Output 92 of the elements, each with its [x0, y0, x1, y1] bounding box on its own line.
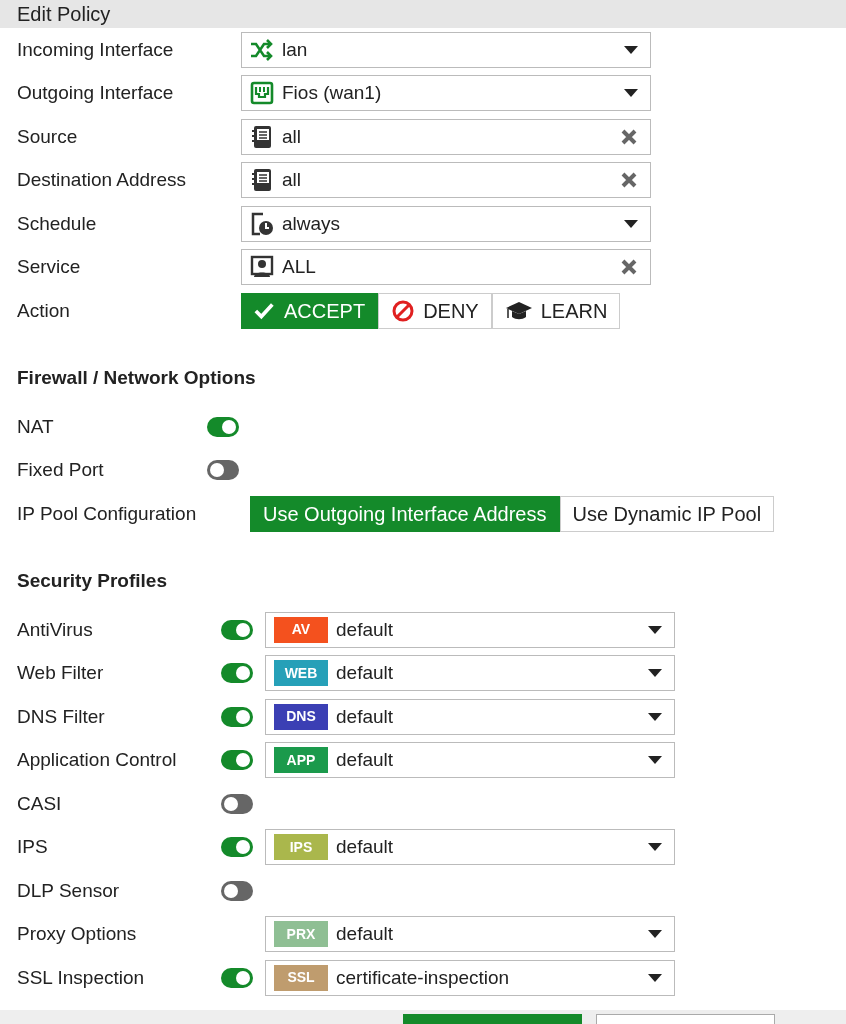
field-label: Action	[17, 298, 71, 323]
remove-icon	[620, 127, 638, 146]
select-field[interactable]: AV default	[265, 611, 675, 648]
select-field[interactable]: SSL certificate-inspection	[265, 959, 675, 996]
field-label: Source	[17, 124, 79, 149]
dropdown-caret-icon	[624, 45, 638, 54]
select-field[interactable]: always	[241, 205, 651, 242]
select-field[interactable]: IPS default	[265, 829, 675, 866]
select-field[interactable]: APP default	[265, 742, 675, 779]
profile-tag: AV	[274, 616, 328, 643]
dropdown-caret-icon	[648, 625, 662, 634]
field-label: Destination Address	[17, 168, 187, 192]
field-label: DLP Sensor	[17, 878, 121, 903]
page-title: Edit Policy	[0, 0, 846, 28]
dropdown-caret-icon	[624, 219, 638, 228]
toggle-switch[interactable]	[207, 416, 239, 437]
field-label: IPS	[17, 835, 49, 859]
profile-tag: IPS	[274, 834, 328, 861]
field-value: all	[282, 124, 302, 149]
dropdown-caret-icon	[648, 669, 662, 678]
field-label: Application Control	[17, 748, 178, 772]
footer-button[interactable]	[596, 1014, 775, 1024]
dropdown-caret-icon	[648, 756, 662, 765]
field-value: lan	[282, 37, 309, 62]
field-label: AntiVirus	[17, 617, 94, 642]
multi-select-field[interactable]: all	[241, 162, 651, 199]
ip-pool-option[interactable]: Use Outgoing Interface Address	[250, 495, 560, 532]
profile-tag: SSL	[274, 964, 328, 991]
field-value: default	[336, 661, 395, 685]
field-value: default	[336, 835, 395, 859]
shuffle-icon	[250, 37, 274, 62]
dropdown-caret-icon	[648, 843, 662, 852]
dropdown-caret-icon	[624, 89, 638, 98]
field-value: default	[336, 922, 395, 946]
toggle-switch[interactable]	[207, 460, 239, 481]
remove-icon	[620, 258, 638, 277]
profile-tag: APP	[274, 747, 328, 774]
field-value: Fios (wan1)	[282, 81, 383, 105]
dropdown-caret-icon	[648, 930, 662, 939]
address-book-icon	[250, 168, 274, 193]
action-option[interactable]: ACCEPT	[241, 292, 379, 329]
prohibited-icon	[391, 298, 416, 323]
field-label: DNS Filter	[17, 704, 106, 729]
field-value: default	[336, 748, 395, 772]
select-field[interactable]: Fios (wan1)	[241, 75, 651, 112]
select-field[interactable]: lan	[241, 31, 651, 68]
toggle-switch[interactable]	[221, 880, 253, 901]
toggle-switch[interactable]	[221, 793, 253, 814]
select-field[interactable]: PRX default	[265, 916, 675, 953]
field-label: CASI	[17, 791, 63, 816]
graduation-cap-icon	[504, 299, 533, 322]
ip-pool-option[interactable]: Use Dynamic IP Pool	[559, 495, 775, 532]
field-label: Incoming Interface	[17, 37, 175, 62]
section-title: Security Profiles	[16, 569, 168, 593]
toggle-switch[interactable]	[221, 619, 253, 640]
profile-tag: PRX	[274, 921, 328, 948]
field-label: Schedule	[17, 211, 98, 236]
field-label: Service	[17, 255, 82, 279]
field-label: Fixed Port	[17, 458, 105, 482]
field-value: certificate-inspection	[336, 965, 511, 990]
dropdown-caret-icon	[648, 973, 662, 982]
toggle-switch[interactable]	[221, 750, 253, 771]
field-label: NAT	[17, 414, 55, 439]
toggle-switch[interactable]	[221, 663, 253, 684]
field-value: default	[336, 617, 395, 642]
field-value: all	[282, 168, 302, 192]
multi-select-field[interactable]: ALL	[241, 249, 651, 286]
dropdown-caret-icon	[648, 712, 662, 721]
profile-tag: WEB	[274, 660, 328, 687]
field-value: default	[336, 704, 395, 729]
action-option[interactable]: DENY	[378, 292, 492, 329]
action-option[interactable]: LEARN	[491, 292, 621, 329]
field-label: SSL Inspection	[17, 965, 146, 990]
multi-select-field[interactable]: all	[241, 118, 651, 155]
user-monitor-icon	[250, 255, 274, 280]
toggle-switch[interactable]	[221, 706, 253, 727]
toggle-switch[interactable]	[221, 967, 253, 988]
section-title: Firewall / Network Options	[16, 366, 257, 390]
profile-tag: DNS	[274, 703, 328, 730]
select-field[interactable]: DNS default	[265, 698, 675, 735]
select-field[interactable]: WEB default	[265, 655, 675, 692]
field-value: always	[282, 211, 342, 236]
field-label: Web Filter	[17, 661, 105, 685]
field-label: IP Pool Configuration	[17, 501, 198, 526]
remove-icon	[620, 171, 638, 190]
field-label: Outgoing Interface	[17, 81, 175, 105]
address-book-icon	[250, 124, 274, 149]
calendar-clock-icon	[250, 211, 274, 236]
field-value: ALL	[282, 255, 317, 279]
port-icon	[250, 81, 274, 106]
field-label: Proxy Options	[17, 922, 138, 946]
toggle-switch[interactable]	[221, 837, 253, 858]
